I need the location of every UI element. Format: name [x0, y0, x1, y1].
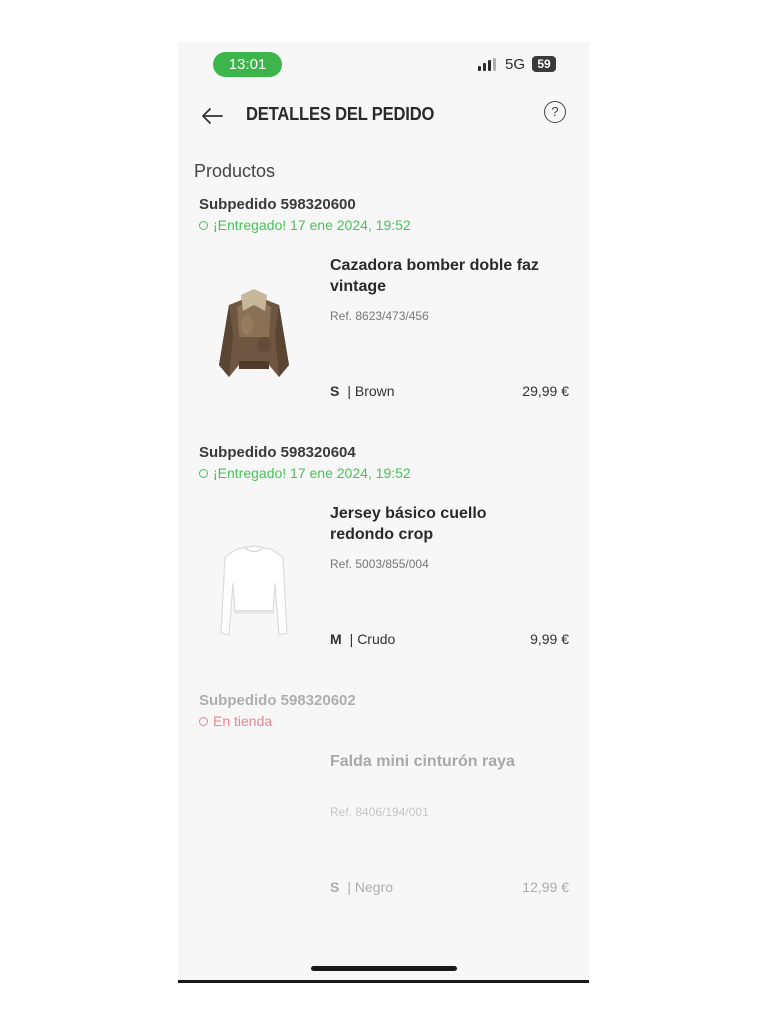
status-text: En tienda — [213, 713, 273, 729]
product-price: 29,99 € — [522, 383, 569, 399]
suborder: Subpedido 598320604 ¡Entregado! 17 ene 2… — [199, 444, 569, 683]
status-text: ¡Entregado! 17 ene 2024, 19:52 — [213, 465, 411, 481]
product-ref: Ref. 8406/194/001 — [330, 805, 429, 819]
product-ref: Ref. 8623/473/456 — [330, 309, 429, 323]
product-size-color: S | Negro — [330, 879, 393, 895]
battery-icon: 59 — [532, 56, 556, 72]
status-time: 13:01 — [213, 52, 282, 77]
screen-bottom-edge — [178, 980, 589, 983]
section-title: Productos — [194, 161, 276, 181]
product-image-crop-sweater[interactable] — [209, 513, 299, 643]
product-name[interactable]: Jersey básico cuello redondo crop — [330, 503, 550, 545]
product-item[interactable]: Jersey básico cuello redondo crop Ref. 5… — [199, 503, 569, 683]
product-image-bomber-jacket[interactable] — [209, 265, 299, 395]
suborder-id: Subpedido 598320600 — [199, 196, 356, 213]
product-price: 9,99 € — [530, 631, 569, 647]
network-label: 5G — [505, 56, 526, 73]
product-name[interactable]: Falda mini cinturón raya — [330, 751, 550, 772]
product-item[interactable]: Falda mini cinturón raya Ref. 8406/194/0… — [199, 751, 569, 931]
help-icon[interactable]: ? — [544, 101, 566, 123]
page-title: DETALLES DEL PEDIDO — [246, 104, 435, 124]
product-ref: Ref. 5003/855/004 — [330, 557, 429, 571]
product-item[interactable]: Cazadora bomber doble faz vintage Ref. 8… — [199, 255, 569, 435]
suborder: Subpedido 598320602 En tienda Falda mini… — [199, 692, 569, 931]
status-text: ¡Entregado! 17 ene 2024, 19:52 — [213, 217, 411, 233]
product-size-color: M | Crudo — [330, 631, 395, 647]
suborder-id: Subpedido 598320602 — [199, 692, 356, 709]
signal-icon — [478, 58, 498, 71]
suborder-id: Subpedido 598320604 — [199, 444, 356, 461]
product-price: 12,99 € — [522, 879, 569, 895]
product-size: M — [330, 631, 342, 647]
check-circle-icon — [199, 468, 208, 478]
product-size: S — [330, 879, 340, 895]
suborder: Subpedido 598320600 ¡Entregado! 17 ene 2… — [199, 196, 569, 435]
store-circle-icon — [199, 716, 208, 726]
check-circle-icon — [199, 220, 208, 230]
product-name[interactable]: Cazadora bomber doble faz vintage — [330, 255, 550, 297]
product-color: | Brown — [347, 383, 395, 399]
arrow-left-icon[interactable] — [200, 106, 224, 126]
product-size: S — [330, 383, 340, 399]
product-color: | Crudo — [349, 631, 396, 647]
suborder-status: ¡Entregado! 17 ene 2024, 19:52 — [199, 217, 569, 233]
product-color: | Negro — [347, 879, 394, 895]
phone-screen: 13:01 5G 59 DETALLES DEL PEDIDO ? Produc… — [178, 42, 589, 983]
suborder-status: En tienda — [199, 713, 569, 729]
home-indicator[interactable] — [311, 966, 457, 971]
suborder-status: ¡Entregado! 17 ene 2024, 19:52 — [199, 465, 569, 481]
product-size-color: S | Brown — [330, 383, 395, 399]
